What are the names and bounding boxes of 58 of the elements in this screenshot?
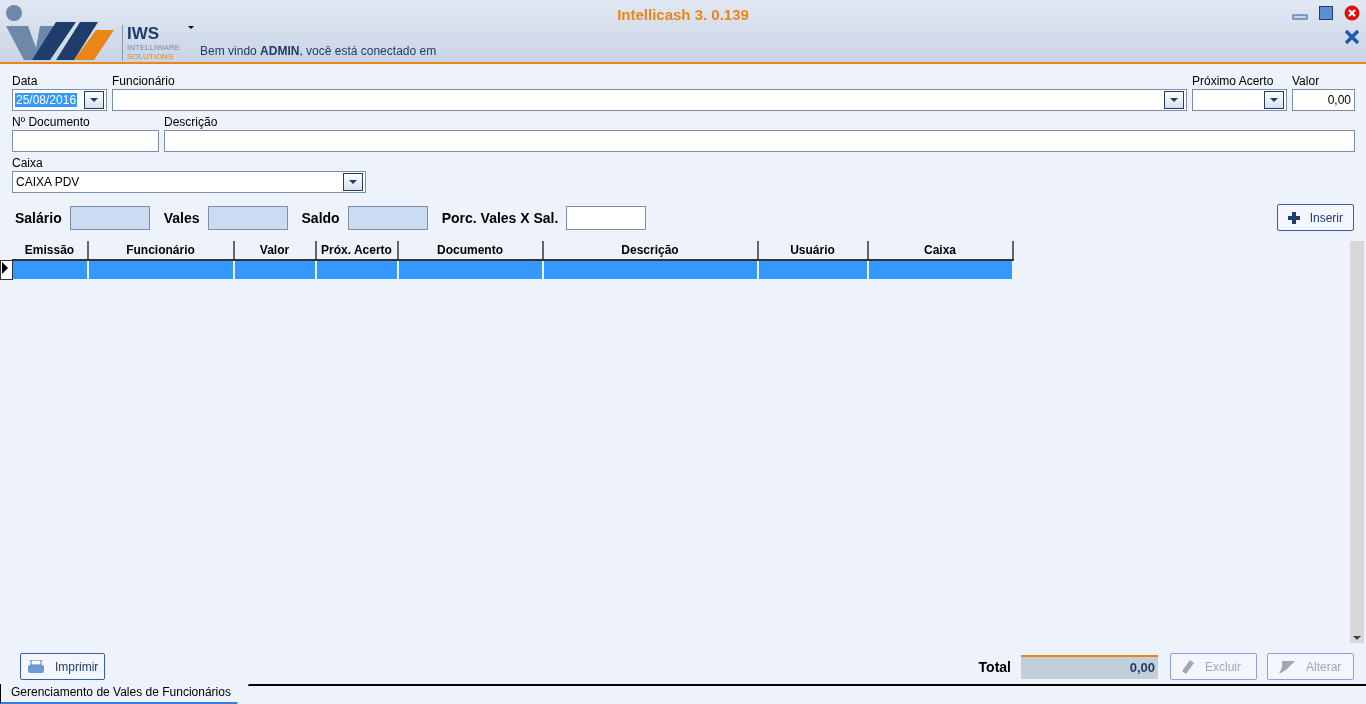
logo-text: IWS [127, 25, 161, 43]
column-header[interactable]: Próx. Acerto [315, 241, 398, 260]
field-value: 25/08/2016 [15, 93, 78, 107]
total-label: Total [978, 658, 1011, 675]
close-icon[interactable] [1344, 29, 1360, 45]
caret-down-icon [90, 98, 98, 102]
maximize-icon[interactable] [1318, 5, 1334, 21]
input-field[interactable] [12, 130, 159, 152]
column-header[interactable]: Descrição [542, 241, 758, 260]
summary-label: Vales [163, 209, 200, 226]
tab[interactable]: Gerenciamento de Vales de Funcionários [0, 684, 249, 704]
caret-down-icon [349, 180, 357, 184]
column-header[interactable]: Documento [397, 241, 543, 260]
dropdown-button[interactable] [343, 173, 363, 191]
logo-subtext: INTELLIWARE [127, 43, 181, 52]
total-value: 0,00 [1021, 654, 1158, 679]
caret-down-icon[interactable] [188, 26, 195, 29]
row-pointer-icon [1, 261, 9, 275]
caret-down-icon [1270, 98, 1278, 102]
print-button[interactable]: Imprimir [20, 653, 106, 680]
window-title: Intellicash 3. 0.139 [617, 6, 749, 23]
summary-label: Porc. Vales X Sal. [441, 209, 559, 226]
insert-button[interactable]: Inserir [1276, 204, 1354, 231]
dropdown-field[interactable] [1192, 89, 1287, 111]
input-field[interactable] [164, 130, 1355, 152]
column-header[interactable]: Usuário [757, 241, 868, 260]
pen-icon [1278, 658, 1296, 675]
column-header[interactable]: Caixa [867, 241, 1013, 260]
dropdown-button[interactable] [1264, 91, 1284, 109]
field-value: 0,00 [1326, 93, 1352, 107]
dropdown-button[interactable] [1164, 91, 1184, 109]
field-label: Descrição [164, 115, 219, 129]
field-label: Funcionário [112, 74, 176, 88]
summary-label: Saldo [301, 209, 340, 226]
caret-down-icon [1170, 98, 1178, 102]
field-label: Valor [1292, 74, 1321, 88]
dropdown-field[interactable] [112, 89, 1187, 111]
column-header[interactable]: Emissão [12, 241, 88, 260]
eraser-icon [1181, 658, 1195, 675]
welcome-text: Bem vindo ADMIN, você está conectado em [200, 44, 437, 58]
field-label: Próximo Acerto [1192, 74, 1275, 88]
dropdown-field[interactable]: CAIXA PDV [12, 171, 366, 193]
field-value: CAIXA PDV [15, 175, 81, 189]
table-row[interactable] [0, 260, 1013, 279]
dropdown-button[interactable] [84, 91, 104, 109]
field-label: Data [12, 74, 39, 88]
plus-icon [1287, 211, 1300, 224]
field-label: Nº Documento [12, 115, 91, 129]
printer-icon [27, 659, 45, 674]
input-field[interactable]: 0,00 [1292, 89, 1355, 111]
column-header[interactable]: Valor [233, 241, 316, 260]
scrollbar[interactable] [1350, 241, 1364, 643]
column-header[interactable]: Funcionário [87, 241, 234, 260]
field-label: Caixa [12, 156, 44, 170]
close-icon[interactable] [1344, 5, 1360, 21]
input-field[interactable] [566, 205, 647, 230]
logo-subtext: SOLUTIONS [127, 52, 175, 61]
summary-label: Salário [15, 209, 62, 226]
